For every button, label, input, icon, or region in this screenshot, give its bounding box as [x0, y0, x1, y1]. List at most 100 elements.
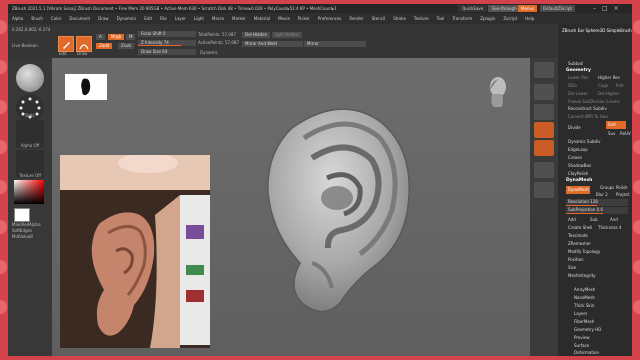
- edgeloop-menu[interactable]: EdgeLoop: [566, 146, 588, 153]
- m-button[interactable]: M: [126, 34, 136, 40]
- local-button[interactable]: [534, 122, 554, 138]
- freeze-subdiv-button[interactable]: Freeze SubDivision Levels: [566, 98, 620, 105]
- zadd-button[interactable]: Zadd: [96, 43, 113, 49]
- sub-button[interactable]: Sub: [588, 216, 598, 223]
- close-icon[interactable]: ×: [614, 4, 619, 13]
- menu-macro[interactable]: Macro: [212, 16, 224, 21]
- main-color-swatch[interactable]: [14, 208, 30, 222]
- sdiv-slider[interactable]: SDiv: [566, 82, 577, 89]
- thick-skin-menu[interactable]: Thick Skin: [572, 302, 594, 309]
- mrgb-button[interactable]: Mrgb: [108, 34, 125, 40]
- color-picker[interactable]: [14, 180, 44, 204]
- menu-dynamics[interactable]: Dynamics: [117, 16, 137, 21]
- blur-slider[interactable]: Blur 2: [594, 191, 608, 198]
- live-boolean-button[interactable]: Live Boolean: [12, 43, 38, 48]
- geometry-header[interactable]: Geometry: [566, 68, 591, 73]
- layers-menu[interactable]: Layers: [572, 310, 587, 317]
- scale-button[interactable]: [534, 182, 554, 198]
- flag-main-red-alpha[interactable]: MainRedAlpha: [12, 222, 56, 227]
- menu-marker[interactable]: Marker: [232, 16, 246, 21]
- position-menu[interactable]: Position: [566, 256, 584, 263]
- zremesher-menu[interactable]: ZRemesher: [566, 240, 591, 247]
- menu-document[interactable]: Document: [69, 16, 90, 21]
- draw-size-slider[interactable]: Draw Size 64: [138, 49, 196, 55]
- persp-button[interactable]: [534, 84, 554, 100]
- groups-toggle[interactable]: Groups: [598, 184, 614, 191]
- mirror-and-weld-button[interactable]: Mirror And Weld: [242, 41, 303, 47]
- convert-bpr-button[interactable]: Convert BPR To Geo: [566, 113, 608, 120]
- rstr-button[interactable]: Rstr: [614, 82, 624, 89]
- a-button[interactable]: A: [96, 34, 105, 40]
- higher-res-button[interactable]: Higher Res: [596, 74, 620, 81]
- menu-color[interactable]: Color: [51, 16, 61, 21]
- reconstruct-subdiv-button[interactable]: Reconstruct Subdiv: [566, 105, 607, 112]
- dynamic-button[interactable]: Dynamic: [200, 50, 218, 55]
- menu-brush[interactable]: Brush: [31, 16, 43, 21]
- suv-toggle[interactable]: Suv: [606, 130, 615, 137]
- menu-transform[interactable]: Transform: [452, 16, 472, 21]
- polish-toggle[interactable]: Polish: [614, 184, 628, 191]
- divide-button[interactable]: Divide: [566, 124, 581, 131]
- and-button[interactable]: And: [608, 216, 618, 223]
- create-shell-button[interactable]: Create Shell: [566, 224, 592, 231]
- menu-draw[interactable]: Draw: [98, 16, 108, 21]
- lower-res-button[interactable]: Lower Res: [566, 74, 588, 81]
- subprojection-slider[interactable]: SubProjection 0.6: [566, 207, 628, 214]
- maximize-icon[interactable]: □: [602, 4, 608, 13]
- menu-picker[interactable]: Picker: [298, 16, 310, 21]
- menu-preferences[interactable]: Preferences: [318, 16, 342, 21]
- mirror-button[interactable]: Mirror: [304, 41, 366, 47]
- meshintegrity-menu[interactable]: MeshIntegrity: [566, 272, 596, 279]
- menu-layer[interactable]: Layer: [175, 16, 186, 21]
- focal-shift-slider[interactable]: Focal Shift 0: [138, 31, 196, 37]
- nanomesh-menu[interactable]: NanoMesh: [572, 294, 595, 301]
- quicksave-button[interactable]: QuickSave: [458, 5, 488, 12]
- dynamesh-button[interactable]: DynaMesh: [566, 186, 590, 194]
- deformation-menu[interactable]: Deformation: [572, 349, 599, 356]
- bpr-button[interactable]: [534, 62, 554, 78]
- menu-zscript[interactable]: Zscript: [503, 16, 517, 21]
- project-toggle[interactable]: Project: [614, 191, 630, 198]
- minimize-icon[interactable]: –: [593, 4, 596, 13]
- floor-button[interactable]: [534, 104, 554, 120]
- viewport-canvas[interactable]: [52, 58, 530, 356]
- reuv-button[interactable]: ReUV: [618, 130, 631, 137]
- edit-button[interactable]: [58, 36, 74, 52]
- menus-toggle[interactable]: Menus: [518, 5, 538, 12]
- tessimate-menu[interactable]: Tessimate: [566, 232, 588, 239]
- menu-alpha[interactable]: Alpha: [12, 16, 23, 21]
- dynamesh-header[interactable]: DynaMesh: [566, 178, 592, 183]
- menu-movie[interactable]: Movie: [278, 16, 290, 21]
- split-hidden-button[interactable]: Split Hidden: [272, 32, 303, 38]
- menu-stroke[interactable]: Stroke: [393, 16, 406, 21]
- head-orientation-gizmo[interactable]: [484, 76, 508, 112]
- menu-tool[interactable]: Tool: [437, 16, 445, 21]
- preview-menu[interactable]: Preview: [572, 334, 590, 341]
- flag-mid-value[interactable]: MidValueB: [12, 234, 56, 239]
- smt-toggle[interactable]: Smt: [606, 121, 626, 129]
- menu-texture[interactable]: Texture: [414, 16, 429, 21]
- z-intensity-slider[interactable]: Z Intensity 74: [138, 40, 196, 46]
- size-menu[interactable]: Size: [566, 264, 576, 271]
- del-hidden-button[interactable]: Del Hidden: [242, 32, 271, 38]
- tool-thumbnails[interactable]: ZBrush Ear Sphere3D SimpleBrush: [562, 28, 632, 33]
- menu-light[interactable]: Light: [194, 16, 204, 21]
- menu-render[interactable]: Render: [349, 16, 363, 21]
- resolution-slider[interactable]: Resolution 128: [566, 199, 628, 206]
- fibermesh-menu[interactable]: FiberMesh: [572, 318, 594, 325]
- subtool-menu[interactable]: Subtool: [566, 60, 583, 67]
- ear-sculpt-model[interactable]: [232, 98, 432, 318]
- zsub-button[interactable]: Zsub: [118, 43, 134, 49]
- thickness-slider[interactable]: Thickness 4: [596, 224, 622, 231]
- geometry-hd-menu[interactable]: Geometry HD: [572, 326, 601, 333]
- dynamic-subdiv-menu[interactable]: Dynamic Subdiv: [566, 138, 601, 145]
- del-lower-button[interactable]: Del Lower: [566, 90, 588, 97]
- shadowbox-menu[interactable]: ShadowBox: [566, 162, 591, 169]
- del-higher-button[interactable]: Del Higher: [596, 90, 619, 97]
- draw-button[interactable]: [76, 36, 92, 52]
- frame-button[interactable]: [534, 140, 554, 156]
- cage-button[interactable]: Cage: [596, 82, 608, 89]
- menu-material[interactable]: Material: [254, 16, 270, 21]
- flag-soft-edges[interactable]: SoftEdges: [12, 228, 56, 233]
- menu-stencil[interactable]: Stencil: [372, 16, 386, 21]
